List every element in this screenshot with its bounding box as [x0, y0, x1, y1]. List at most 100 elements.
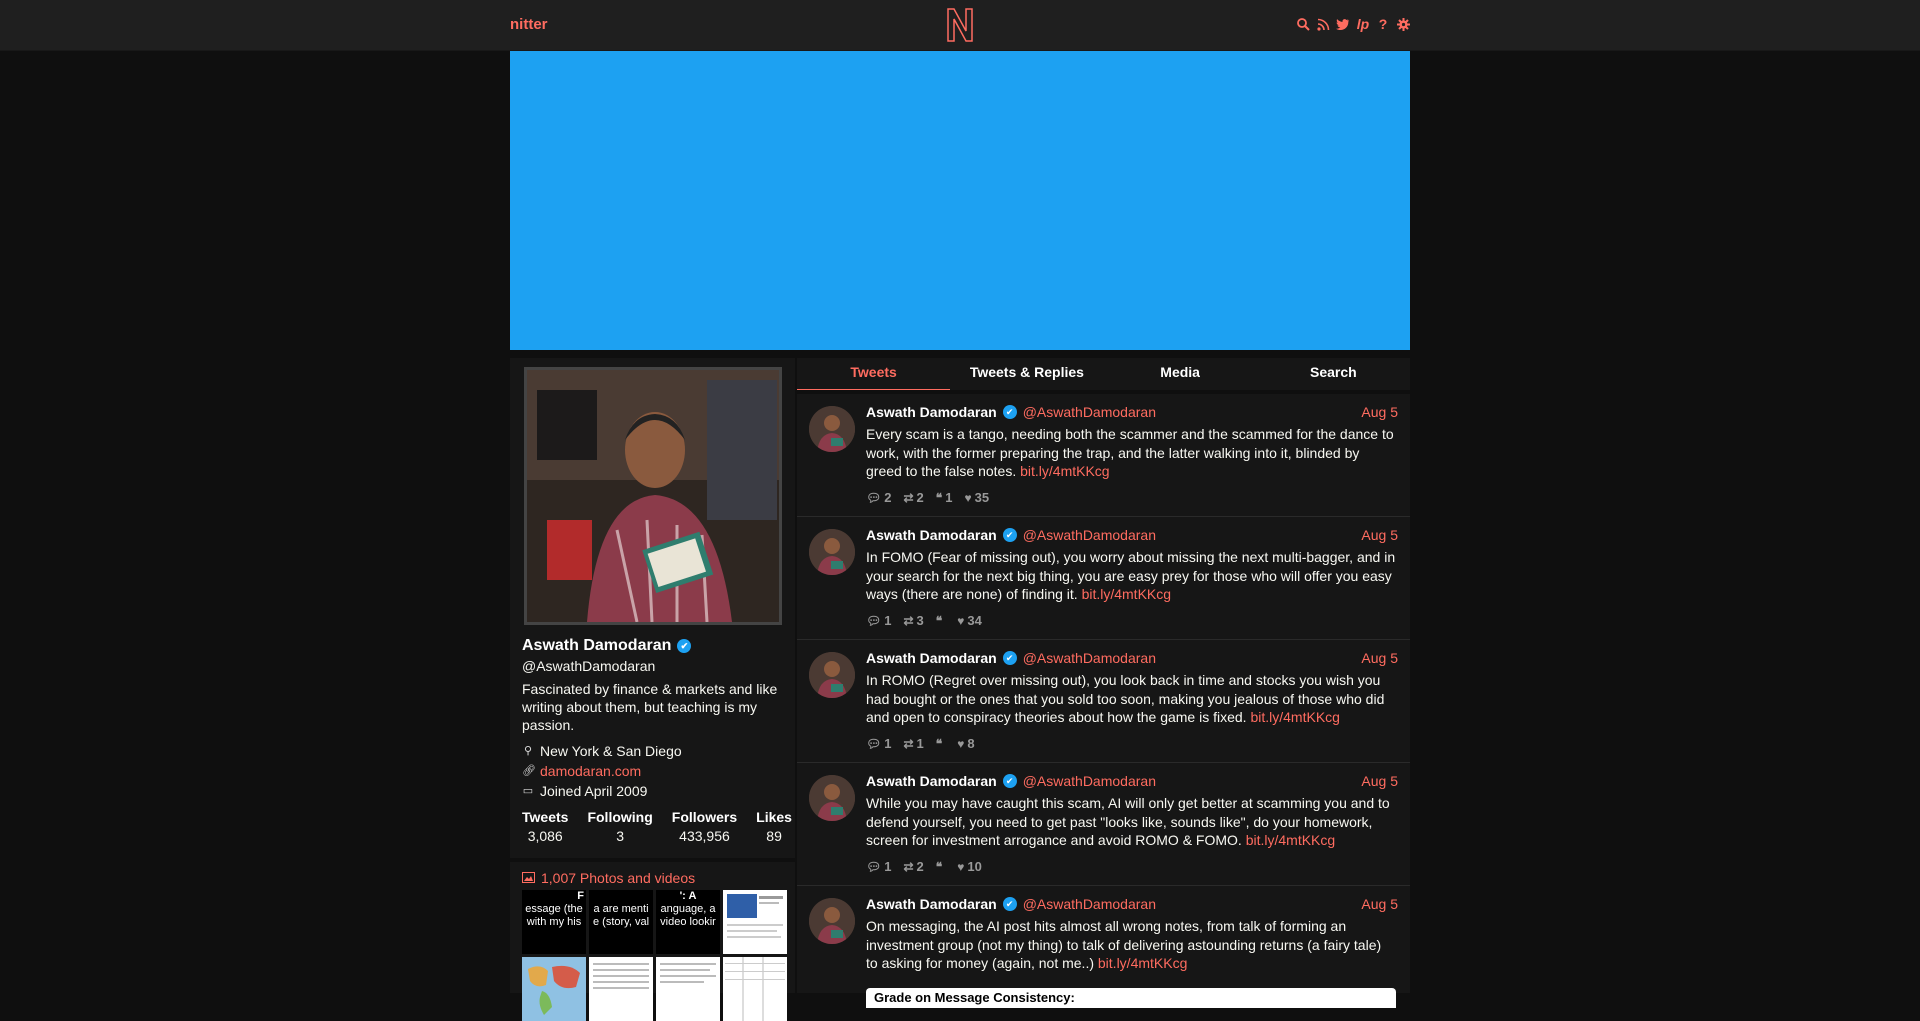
tweet-avatar[interactable]	[809, 406, 855, 452]
stat-tweets: Tweets 3,086	[522, 809, 568, 844]
tweet-link[interactable]: bit.ly/4mtKKcg	[1098, 955, 1187, 971]
tab-tweets[interactable]: Tweets	[797, 358, 951, 390]
reply-stat: 💬︎ 2	[866, 490, 891, 505]
tweet[interactable]: Aswath Damodaran ✔ @AswathDamodaran Aug …	[797, 763, 1410, 886]
thumb-text: video lookir	[660, 916, 716, 928]
tweet-author-handle[interactable]: @AswathDamodaran	[1023, 773, 1156, 789]
profile-avatar[interactable]	[524, 367, 782, 625]
settings-icon[interactable]	[1396, 16, 1410, 32]
retweet-icon: ⇄	[903, 737, 914, 751]
like-count: 10	[967, 859, 982, 874]
tweet-author-handle[interactable]: @AswathDamodaran	[1023, 404, 1156, 420]
tweet-author-name[interactable]: Aswath Damodaran	[866, 404, 997, 420]
tweet-avatar[interactable]	[809, 775, 855, 821]
tweet-author-name[interactable]: Aswath Damodaran	[866, 896, 997, 912]
tweet-date[interactable]: Aug 5	[1361, 404, 1398, 420]
quote-stat: ❝ 1	[936, 490, 953, 505]
tweet-attachment-image[interactable]: Grade on Message Consistency:	[866, 988, 1396, 1008]
tweet-content: In ROMO (Regret over missing out), you l…	[866, 671, 1396, 727]
liberapay-icon[interactable]: lp	[1356, 16, 1370, 32]
tweet[interactable]: Aswath Damodaran ✔ @AswathDamodaran Aug …	[797, 640, 1410, 763]
thumb-text: anguage, a	[660, 903, 716, 915]
tweet-link[interactable]: bit.ly/4mtKKcg	[1246, 832, 1335, 848]
media-thumbnail[interactable]	[589, 957, 653, 1021]
media-thumbnail[interactable]	[723, 890, 787, 954]
stat-label: Following	[587, 809, 653, 825]
tweet-author-name[interactable]: Aswath Damodaran	[866, 527, 997, 543]
media-thumbnail[interactable]	[723, 957, 787, 1021]
verified-badge-icon: ✔	[677, 639, 692, 653]
tweet-date[interactable]: Aug 5	[1361, 896, 1398, 912]
quote-stat: ❝	[936, 736, 945, 751]
tweet-avatar[interactable]	[809, 898, 855, 944]
tweet-author-handle[interactable]: @AswathDamodaran	[1023, 527, 1156, 543]
tweet-date[interactable]: Aug 5	[1361, 773, 1398, 789]
like-stat: ♥ 34	[957, 613, 982, 628]
tweet-date[interactable]: Aug 5	[1361, 527, 1398, 543]
profile-handle[interactable]: @AswathDamodaran	[522, 658, 655, 674]
stat-label: Likes	[756, 809, 792, 825]
tweet-link[interactable]: bit.ly/4mtKKcg	[1250, 709, 1339, 725]
reply-count: 1	[884, 736, 892, 751]
stat-value: 3	[616, 828, 625, 844]
tweet[interactable]: Aswath Damodaran ✔ @AswathDamodaran Aug …	[797, 886, 1410, 1008]
tweet-content: Every scam is a tango, needing both the …	[866, 425, 1396, 481]
tab-media[interactable]: Media	[1104, 358, 1257, 390]
photo-rail-title: 1,007 Photos and videos	[541, 870, 696, 886]
profile-banner[interactable]	[510, 51, 1410, 350]
twitter-icon[interactable]	[1336, 16, 1350, 32]
tweet-date[interactable]: Aug 5	[1361, 650, 1398, 666]
stat-followers: Followers 433,956	[672, 809, 737, 844]
nitter-logo-icon[interactable]	[945, 7, 975, 43]
tweet-author-handle[interactable]: @AswathDamodaran	[1023, 650, 1156, 666]
media-thumbnail[interactable]	[522, 957, 586, 1021]
retweet-icon: ⇄	[903, 860, 914, 874]
retweet-stat: ⇄ 1	[903, 736, 923, 751]
quote-count: 1	[945, 490, 953, 505]
tweet-link[interactable]: bit.ly/4mtKKcg	[1082, 586, 1171, 602]
tab-tweets-replies[interactable]: Tweets & Replies	[950, 358, 1103, 390]
stat-label: Tweets	[522, 809, 569, 825]
comment-icon: 💬︎	[866, 737, 882, 751]
search-icon[interactable]	[1296, 16, 1310, 32]
verified-badge-icon: ✔	[1002, 405, 1017, 419]
photo-rail-link[interactable]: 1,007 Photos and videos	[522, 870, 695, 886]
media-thumbnail[interactable]	[656, 957, 720, 1021]
calendar-icon: ▭	[522, 785, 534, 797]
media-thumbnail[interactable]: F essage (the with my his	[522, 890, 586, 954]
tweet-avatar[interactable]	[809, 652, 855, 698]
profile-location: ⚲ New York & San Diego	[522, 741, 682, 761]
tweet-content: In FOMO (Fear of missing out), you worry…	[866, 548, 1396, 604]
stat-value: 89	[766, 828, 782, 844]
heart-icon: ♥	[957, 737, 965, 751]
retweet-count: 3	[916, 613, 924, 628]
tweet-header: Aswath Damodaran ✔ @AswathDamodaran Aug …	[866, 404, 1398, 420]
tweet-link[interactable]: bit.ly/4mtKKcg	[1020, 463, 1109, 479]
location-pin-icon: ⚲	[523, 745, 533, 757]
heart-icon: ♥	[957, 614, 965, 628]
help-icon[interactable]: ?	[1376, 16, 1390, 32]
tweet[interactable]: Aswath Damodaran ✔ @AswathDamodaran Aug …	[797, 517, 1410, 640]
nav-brand-link[interactable]: nitter	[510, 16, 548, 33]
media-thumbnail[interactable]: ': A anguage, a video lookir	[656, 890, 720, 954]
tab-search[interactable]: Search	[1257, 358, 1410, 390]
retweet-icon: ⇄	[903, 614, 914, 628]
tweet-author-name[interactable]: Aswath Damodaran	[866, 773, 997, 789]
verified-badge-icon: ✔	[1002, 774, 1017, 788]
retweet-count: 2	[916, 490, 924, 505]
quote-icon: ❝	[935, 491, 943, 505]
profile-website-link[interactable]: damodaran.com	[540, 761, 641, 781]
tweet-author-name[interactable]: Aswath Damodaran	[866, 650, 997, 666]
tweet-header: Aswath Damodaran ✔ @AswathDamodaran Aug …	[866, 773, 1398, 789]
tweet-avatar[interactable]	[809, 529, 855, 575]
rss-icon[interactable]	[1316, 16, 1330, 32]
media-thumbnail[interactable]: a are menti e (story, val	[589, 890, 653, 954]
quote-stat: ❝	[936, 859, 945, 874]
tweet[interactable]: Aswath Damodaran ✔ @AswathDamodaran Aug …	[797, 394, 1410, 517]
tweet-stats: 💬︎ 1 ⇄ 1 ❝ ♥ 8	[866, 736, 975, 751]
tweet-author-handle[interactable]: @AswathDamodaran	[1023, 896, 1156, 912]
stat-label: Followers	[671, 809, 738, 825]
timeline: Tweets Tweets & Replies Media Search Asw…	[797, 350, 1410, 1008]
photo-rail-grid: F essage (the with my his a are menti e …	[522, 890, 792, 1021]
comment-icon: 💬︎	[866, 491, 882, 505]
